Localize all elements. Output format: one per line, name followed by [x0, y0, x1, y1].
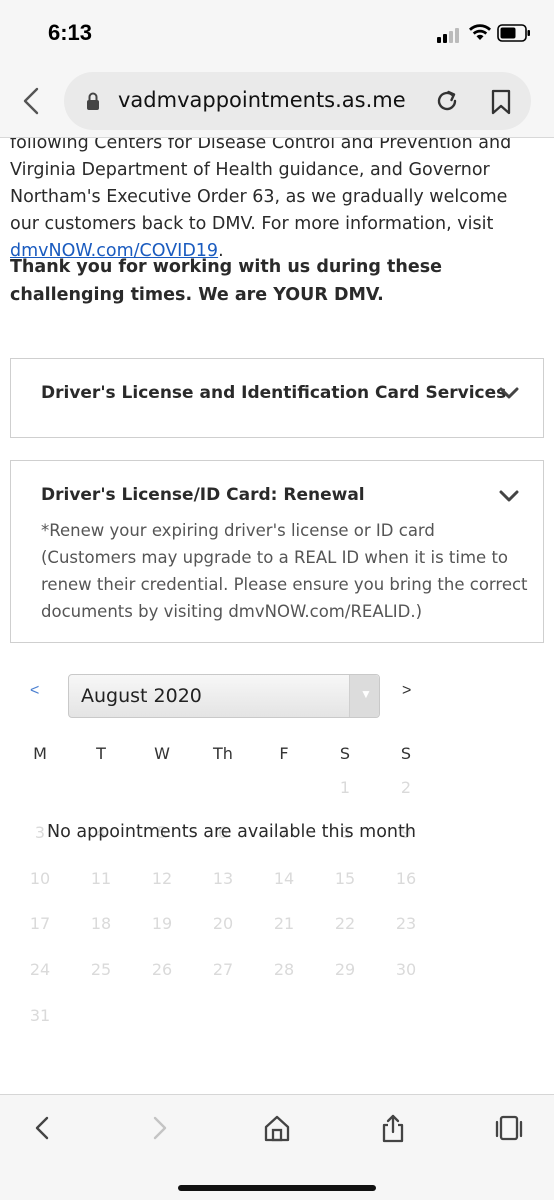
calendar-day-unavailable: 14 — [273, 869, 295, 888]
accordion-description: *Renew your expiring driver's license or… — [41, 521, 528, 621]
url-text: vadmvappointments.as.me — [118, 88, 406, 112]
calendar-day-unavailable: 12 — [151, 869, 173, 888]
weekday-header: T — [96, 744, 106, 763]
accordion-license-renewal[interactable]: Driver's License/ID Card: Renewal *Renew… — [10, 460, 544, 643]
home-icon[interactable] — [262, 1113, 292, 1143]
weekday-header: M — [33, 744, 47, 763]
back-icon[interactable] — [28, 1113, 58, 1143]
cellular-signal-icon — [437, 27, 463, 43]
calendar-day-unavailable: 22 — [334, 914, 356, 933]
calendar-day-unavailable: 1 — [339, 778, 351, 797]
calendar-day-unavailable: 21 — [273, 914, 295, 933]
page-content: following Centers for Disease Control an… — [0, 138, 554, 1088]
weekday-header: W — [154, 744, 170, 763]
calendar-day-unavailable: 25 — [90, 960, 112, 979]
calendar-day-unavailable: 23 — [395, 914, 417, 933]
browser-back-icon[interactable] — [20, 86, 42, 116]
next-month-button[interactable]: > — [402, 682, 411, 700]
intro-text: following Centers for Disease Control an… — [10, 138, 512, 234]
calendar-day-unavailable: 24 — [29, 960, 51, 979]
browser-address-bar: vadmvappointments.as.me — [0, 64, 554, 138]
bookmark-icon[interactable] — [490, 89, 512, 115]
calendar-day-unavailable: 2 — [400, 778, 412, 797]
home-indicator — [178, 1185, 376, 1191]
no-appointments-message: No appointments are available this month — [47, 822, 416, 842]
accordion-title: Driver's License and Identification Card… — [41, 383, 507, 403]
calendar-day-unavailable: 11 — [90, 869, 112, 888]
calendar-day-unavailable: 20 — [212, 914, 234, 933]
weekday-header: Th — [213, 744, 233, 763]
thanks-message: Thank you for working with us during the… — [10, 257, 442, 305]
battery-icon — [497, 24, 530, 42]
calendar-day-unavailable: 27 — [212, 960, 234, 979]
calendar-day-unavailable: 15 — [334, 869, 356, 888]
calendar-day-unavailable: 10 — [29, 869, 51, 888]
calendar-day-unavailable: 17 — [29, 914, 51, 933]
calendar-day-unavailable: 19 — [151, 914, 173, 933]
lock-icon — [87, 92, 99, 110]
weekday-header: F — [279, 744, 289, 763]
calendar-day-unavailable: 29 — [334, 960, 356, 979]
calendar-day-unavailable: 26 — [151, 960, 173, 979]
status-time: 6:13 — [48, 20, 93, 45]
calendar-day-unavailable: 30 — [395, 960, 417, 979]
accordion-title: Driver's License/ID Card: Renewal — [41, 485, 365, 505]
calendar-day-unavailable: 31 — [29, 1006, 51, 1025]
url-field[interactable]: vadmvappointments.as.me — [64, 72, 531, 130]
calendar-day-unavailable: 13 — [212, 869, 234, 888]
weekday-header: S — [400, 744, 412, 763]
accordion-license-id-services[interactable]: Driver's License and Identification Card… — [10, 358, 544, 438]
select-arrow-icon: ▼ — [349, 675, 379, 717]
chevron-down-icon[interactable] — [499, 489, 519, 503]
intro-paragraph: following Centers for Disease Control an… — [10, 138, 540, 265]
month-select[interactable]: August 2020 ▼ — [68, 674, 380, 718]
reload-icon[interactable] — [434, 88, 460, 114]
calendar-day-unavailable: 16 — [395, 869, 417, 888]
forward-icon[interactable] — [144, 1113, 174, 1143]
chevron-down-icon[interactable] — [499, 386, 519, 400]
weekday-header: S — [339, 744, 351, 763]
browser-toolbar — [0, 1094, 554, 1200]
tabs-icon[interactable] — [494, 1113, 524, 1143]
calendar-day-unavailable: 28 — [273, 960, 295, 979]
month-select-value: August 2020 — [81, 685, 202, 707]
status-bar: 6:13 — [0, 0, 554, 64]
previous-month-button[interactable]: < — [30, 682, 39, 700]
share-icon[interactable] — [378, 1113, 408, 1143]
wifi-icon — [469, 24, 491, 40]
calendar-day-unavailable: 18 — [90, 914, 112, 933]
